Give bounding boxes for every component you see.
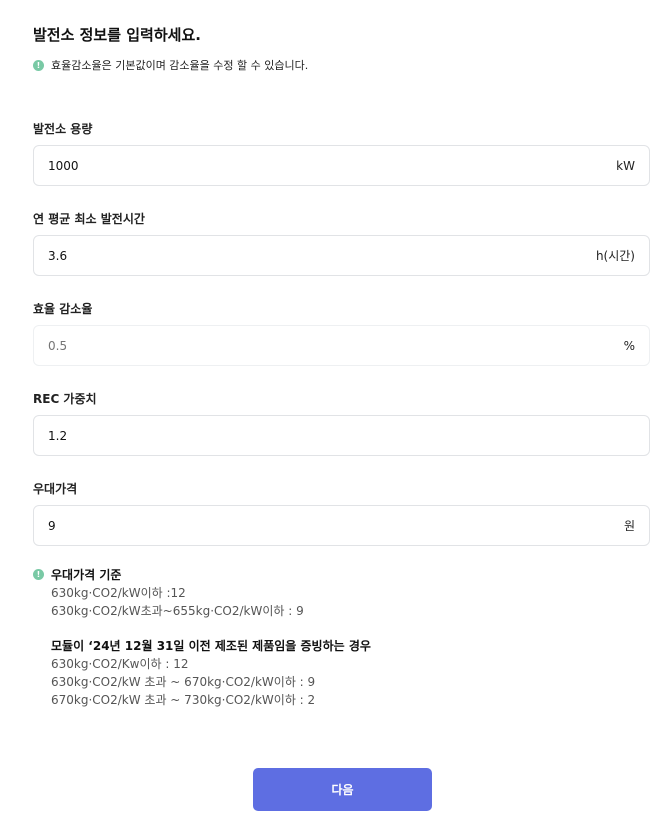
preferential-price-notes: ! 우대가격 기준 630kg·CO2/kW이하 :12 630kg·CO2/k… — [33, 566, 371, 709]
generation-hours-label: 연 평균 최소 발전시간 — [33, 212, 145, 226]
generation-hours-input[interactable] — [48, 248, 528, 263]
preferential-price-field[interactable]: 원 — [33, 505, 650, 546]
info-icon: ! — [33, 59, 44, 71]
preferential-price-label: 우대가격 — [33, 482, 78, 496]
info-icon: ! — [33, 569, 44, 580]
notes-title: 우대가격 기준 — [51, 568, 122, 582]
generation-hours-field[interactable]: h(시간) — [33, 235, 650, 276]
preferential-price-unit: 원 — [623, 519, 635, 533]
preferential-price-input[interactable] — [48, 518, 528, 533]
efficiency-decrease-label: 효율 감소율 — [33, 302, 93, 316]
efficiency-decrease-unit: % — [623, 338, 635, 353]
efficiency-decrease-input[interactable] — [48, 338, 528, 353]
capacity-input[interactable] — [48, 158, 528, 173]
info-message: ! 효율감소율은 기본값이며 감소율을 수정 할 수 있습니다. — [33, 57, 308, 73]
capacity-label: 발전소 용량 — [33, 122, 93, 136]
notes-sub-title: 모듈이 ‘24년 12월 31일 이전 제조된 제품임을 증빙하는 경우 — [51, 639, 371, 653]
rec-weight-field[interactable] — [33, 415, 650, 456]
page-title: 발전소 정보를 입력하세요. — [33, 26, 201, 44]
efficiency-decrease-field[interactable]: % — [33, 325, 650, 366]
next-button[interactable]: 다음 — [253, 768, 432, 811]
generation-hours-unit: h(시간) — [595, 249, 635, 263]
rec-weight-label: REC 가중치 — [33, 392, 97, 406]
capacity-field[interactable]: kW — [33, 145, 650, 186]
notes-sub-line: 630kg·CO2/Kw이하 : 12 — [51, 657, 189, 671]
notes-sub-line: 670kg·CO2/kW 초과 ~ 730kg·CO2/kW이하 : 2 — [51, 693, 316, 707]
notes-line: 630kg·CO2/kW초과~655kg·CO2/kW이하 : 9 — [51, 604, 304, 618]
rec-weight-input[interactable] — [48, 428, 528, 443]
notes-line: 630kg·CO2/kW이하 :12 — [51, 586, 186, 600]
capacity-unit: kW — [616, 158, 635, 173]
notes-sub-line: 630kg·CO2/kW 초과 ~ 670kg·CO2/kW이하 : 9 — [51, 675, 316, 689]
info-text: 효율감소율은 기본값이며 감소율을 수정 할 수 있습니다. — [51, 59, 309, 72]
